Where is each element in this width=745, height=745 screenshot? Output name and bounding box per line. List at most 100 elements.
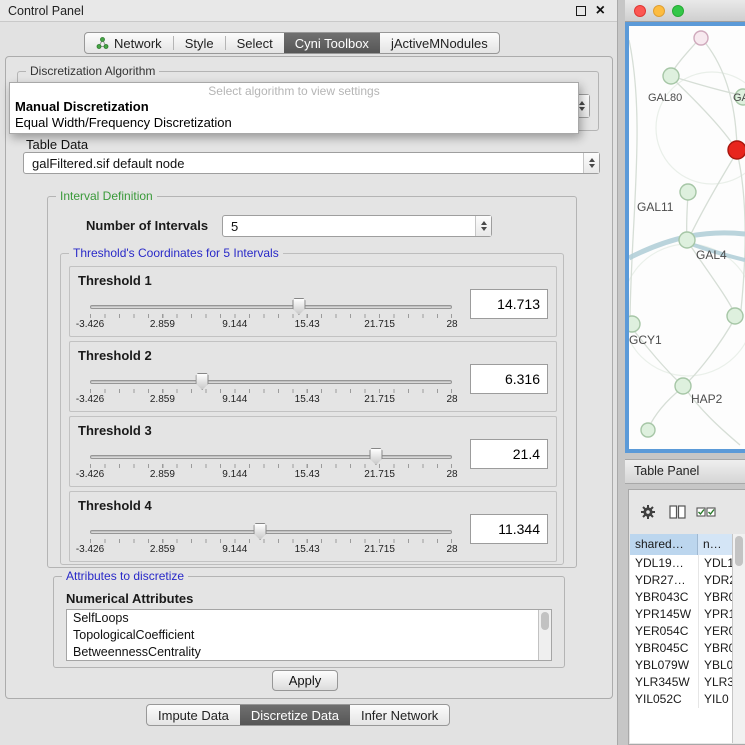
tab-discretize-data[interactable]: Discretize Data [240, 705, 350, 725]
network-node[interactable] [675, 378, 691, 394]
network-node[interactable] [663, 68, 679, 84]
tab-cyni-toolbox[interactable]: Cyni Toolbox [284, 33, 380, 53]
table-data-combo[interactable]: galFiltered.sif default node [23, 152, 600, 174]
network-node-label: GA [733, 92, 745, 104]
close-traffic-light[interactable] [634, 5, 646, 17]
number-of-intervals-label: Number of Intervals [86, 218, 208, 233]
cell: YER054C [630, 623, 698, 640]
scale-label: 21.715 [364, 319, 395, 330]
tab-label: Style [185, 36, 214, 51]
network-node[interactable] [679, 232, 695, 248]
list-item[interactable]: SelfLoops [67, 610, 551, 627]
combo-value: 5 [223, 219, 475, 234]
select-columns-icon[interactable] [696, 502, 716, 522]
table-row[interactable]: YBR043CYBR0 [630, 589, 732, 606]
table-row[interactable]: YER054CYER0 [630, 623, 732, 640]
float-window-icon[interactable] [576, 6, 586, 16]
control-panel-titlebar: Control Panel × [0, 0, 617, 22]
slider-thumb[interactable] [196, 373, 209, 390]
network-node[interactable] [680, 184, 696, 200]
scrollbar-thumb[interactable] [735, 536, 743, 566]
table-row[interactable]: YBR045CYBR0 [630, 640, 732, 657]
tab-impute-data[interactable]: Impute Data [147, 705, 240, 725]
slider-scale: -3.426 2.859 9.144 15.43 21.715 28 [90, 319, 452, 331]
network-node[interactable] [641, 423, 655, 437]
columns-icon[interactable] [667, 502, 687, 522]
tab-style[interactable]: Style [174, 33, 225, 53]
threshold-panel-4: Threshold 4 -3.426 2.859 9.144 15.43 21.… [69, 491, 557, 562]
network-node-selected[interactable] [728, 141, 745, 159]
scale-label: 21.715 [364, 394, 395, 405]
threshold-4-value-field[interactable]: 11.344 [470, 514, 548, 544]
list-item[interactable]: TopologicalCoefficient [67, 627, 551, 644]
threshold-2-slider[interactable]: -3.426 2.859 9.144 15.43 21.715 28 [90, 372, 452, 408]
network-edge [672, 78, 734, 146]
algorithm-hint-option[interactable]: Select algorithm to view settings [10, 83, 578, 99]
column-header-shared-name[interactable]: shared… [630, 534, 698, 555]
scale-label: 28 [446, 544, 457, 555]
close-icon[interactable]: × [596, 6, 605, 16]
column-header-name[interactable]: n… [698, 534, 732, 555]
option-equal-width-frequency[interactable]: Equal Width/Frequency Discretization [10, 115, 578, 131]
network-node[interactable] [629, 316, 640, 332]
scrollbar-thumb[interactable] [541, 612, 549, 630]
slider-scale: -3.426 2.859 9.144 15.43 21.715 28 [90, 394, 452, 406]
network-edge [703, 40, 737, 148]
slider-thumb[interactable] [369, 448, 382, 465]
table-row[interactable]: YLR345WYLR3 [630, 674, 732, 691]
cell: YPR1 [698, 606, 732, 623]
scale-label: 15.43 [295, 394, 320, 405]
cell: YDL19… [630, 555, 698, 572]
network-canvas[interactable]: GAL80 GA GAL11 GAL4 GCY1 HAP2 [625, 22, 745, 453]
settings-gear-icon[interactable] [638, 502, 658, 522]
table-row[interactable]: YDR27…YDR2 [630, 572, 732, 589]
scale-label: 15.43 [295, 319, 320, 330]
group-title: Attributes to discretize [62, 569, 188, 584]
network-tab-icon [96, 37, 109, 49]
combo-value: galFiltered.sif default node [24, 156, 583, 171]
threshold-1-value-field[interactable]: 14.713 [470, 289, 548, 319]
network-node[interactable] [727, 308, 743, 324]
list-scrollbar[interactable] [538, 610, 551, 660]
zoom-traffic-light[interactable] [672, 5, 684, 17]
tab-select[interactable]: Select [226, 33, 284, 53]
scale-label: 9.144 [222, 319, 247, 330]
apply-button[interactable]: Apply [272, 670, 338, 691]
tab-label: Network [114, 36, 162, 51]
numerical-attributes-label: Numerical Attributes [66, 591, 193, 606]
network-node[interactable] [694, 31, 708, 45]
table-row[interactable]: YIL052CYIL0 [630, 691, 732, 708]
slider-track[interactable] [90, 455, 452, 459]
table-row[interactable]: YDL19…YDL1 [630, 555, 732, 572]
tab-network[interactable]: Network [85, 33, 173, 53]
slider-thumb[interactable] [292, 298, 305, 315]
number-of-intervals-combo[interactable]: 5 [222, 215, 492, 237]
threshold-3-slider[interactable]: -3.426 2.859 9.144 15.43 21.715 28 [90, 447, 452, 483]
tab-infer-network[interactable]: Infer Network [350, 705, 449, 725]
option-manual-discretization[interactable]: Manual Discretization [10, 99, 578, 115]
minimize-traffic-light[interactable] [653, 5, 665, 17]
threshold-4-slider[interactable]: -3.426 2.859 9.144 15.43 21.715 28 [90, 522, 452, 558]
control-panel-window: Control Panel × Network Style Select Cyn… [0, 0, 618, 745]
cell: YLR3 [698, 674, 732, 691]
table-scrollbar[interactable] [732, 534, 745, 743]
slider-track[interactable] [90, 305, 452, 309]
threshold-3-value-field[interactable]: 21.4 [470, 439, 548, 469]
table-row[interactable]: YBL079WYBL0 [630, 657, 732, 674]
tab-label: Cyni Toolbox [295, 36, 369, 51]
threshold-1-slider[interactable]: -3.426 2.859 9.144 15.43 21.715 28 [90, 297, 452, 333]
table-row[interactable]: YPR145WYPR1 [630, 606, 732, 623]
cell: YDR27… [630, 572, 698, 589]
threshold-2-value-field[interactable]: 6.316 [470, 364, 548, 394]
slider-thumb[interactable] [254, 523, 267, 540]
threshold-label: Threshold 2 [78, 348, 152, 363]
slider-track[interactable] [90, 380, 452, 384]
tab-jactivemnodules[interactable]: jActiveMNodules [380, 33, 499, 53]
network-edge [689, 152, 737, 238]
slider-track[interactable] [90, 530, 452, 534]
slider-ticks [90, 314, 452, 318]
list-item[interactable]: BetweennessCentrality [67, 644, 551, 661]
numerical-attributes-list[interactable]: SelfLoops TopologicalCoefficient Between… [66, 609, 552, 661]
table-panel: shared… n… YDL19…YDL1 YDR27…YDR2 YBR043C… [628, 489, 745, 745]
table-data-label: Table Data [26, 137, 88, 152]
